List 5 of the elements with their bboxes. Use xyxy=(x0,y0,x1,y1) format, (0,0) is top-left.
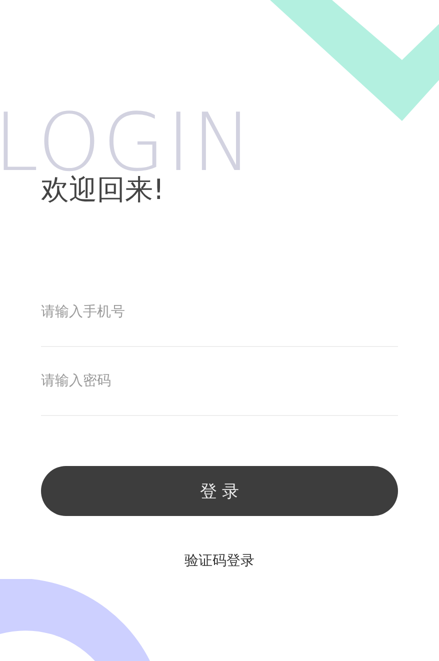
login-button[interactable]: 登 录 xyxy=(41,466,398,516)
code-login-link[interactable]: 验证码登录 xyxy=(184,552,254,570)
phone-field[interactable]: 请输入手机号 xyxy=(41,278,398,347)
password-field[interactable]: 请输入密码 xyxy=(41,347,398,416)
welcome-title: 欢迎回来! xyxy=(41,172,166,208)
